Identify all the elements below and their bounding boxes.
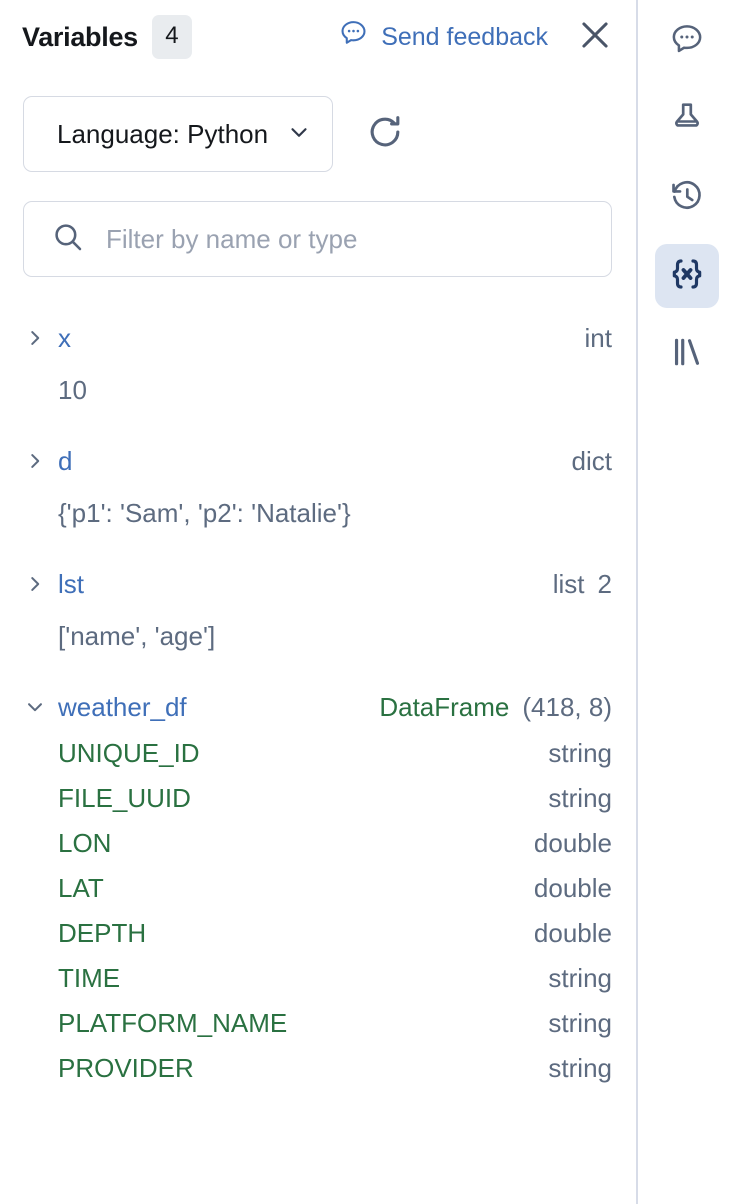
- variable-value: 10: [0, 363, 636, 406]
- dataframe-column-type: double: [534, 828, 612, 859]
- variable-row[interactable]: x int: [0, 313, 636, 363]
- dataframe-column-type: string: [548, 963, 612, 994]
- comment-dots-icon: [338, 18, 369, 56]
- variable-name: d: [58, 446, 72, 477]
- dataframe-column-type: string: [548, 1053, 612, 1084]
- variable-type: int: [585, 323, 612, 354]
- books-library-icon: [668, 333, 706, 376]
- variable-name: lst: [58, 569, 84, 600]
- variable-name: x: [58, 323, 71, 354]
- send-feedback-link[interactable]: Send feedback: [338, 18, 548, 56]
- refresh-button[interactable]: [359, 108, 411, 160]
- comment-dots-icon: [668, 21, 706, 64]
- variable-value: ['name', 'age']: [0, 609, 636, 652]
- variables-braces-x-icon: [667, 254, 707, 299]
- dataframe-columns: UNIQUE_IDstringFILE_UUIDstringLONdoubleL…: [0, 738, 636, 1098]
- variable-value: {'p1': 'Sam', 'p2': 'Natalie'}: [0, 486, 636, 529]
- filter-box[interactable]: [23, 201, 612, 277]
- dataframe-column-type: string: [548, 738, 612, 769]
- variable-name: weather_df: [58, 692, 187, 723]
- activity-rail: [638, 0, 736, 1204]
- variable-meta: DataFrame (418, 8): [379, 692, 612, 723]
- variable-entry: d dict {'p1': 'Sam', 'p2': 'Natalie'}: [0, 436, 636, 529]
- dataframe-column-type: string: [548, 1008, 612, 1039]
- search-icon: [50, 219, 86, 260]
- variable-entry: lst list 2 ['name', 'age']: [0, 559, 636, 652]
- variable-shape: (418, 8): [522, 692, 612, 723]
- dataframe-column-row[interactable]: FILE_UUID string: [0, 783, 636, 828]
- page-title: Variables: [22, 22, 138, 53]
- lab-flask-icon: [668, 99, 706, 142]
- language-select[interactable]: Language: Python: [23, 96, 333, 172]
- dataframe-column-row[interactable]: DEPTH double: [0, 918, 636, 963]
- dataframe-column-row[interactable]: PLATFORM_NAME string: [0, 1008, 636, 1053]
- variable-type: dict: [572, 446, 612, 477]
- chevron-down-icon: [286, 119, 312, 152]
- chevron-right-icon[interactable]: [24, 450, 58, 472]
- history-clock-icon: [668, 177, 706, 220]
- dataframe-column-type: string: [548, 783, 612, 814]
- dataframe-column-name: PROVIDER: [58, 1053, 194, 1084]
- dataframe-column-name: TIME: [58, 963, 120, 994]
- dataframe-column-type: double: [534, 918, 612, 949]
- variable-shape: 2: [598, 569, 612, 600]
- rail-button-lab-flask[interactable]: [655, 88, 719, 152]
- dataframe-column-row[interactable]: UNIQUE_ID string: [0, 738, 636, 783]
- dataframe-column-row[interactable]: LAT double: [0, 873, 636, 918]
- language-select-label: Language: Python: [57, 119, 268, 150]
- dataframe-column-name: DEPTH: [58, 918, 146, 949]
- dataframe-column-type: double: [534, 873, 612, 904]
- variable-meta: list 2: [553, 569, 612, 600]
- rail-button-variables-braces-x[interactable]: [655, 244, 719, 308]
- panel-header: Variables 4 Send feedback: [0, 0, 636, 74]
- dataframe-column-row[interactable]: TIME string: [0, 963, 636, 1008]
- variable-meta: int: [585, 323, 612, 354]
- rail-button-history-clock[interactable]: [655, 166, 719, 230]
- panel-toolbar: Language: Python: [0, 74, 636, 172]
- send-feedback-label: Send feedback: [381, 23, 548, 52]
- close-icon: [576, 16, 614, 59]
- dataframe-column-name: LAT: [58, 873, 104, 904]
- dataframe-column-name: LON: [58, 828, 111, 859]
- dataframe-column-row[interactable]: PROVIDER string: [0, 1053, 636, 1098]
- rail-button-comment-dots[interactable]: [655, 10, 719, 74]
- dataframe-column-name: PLATFORM_NAME: [58, 1008, 287, 1039]
- variable-type: list: [553, 569, 585, 600]
- rail-button-books-library[interactable]: [655, 322, 719, 386]
- variable-row[interactable]: d dict: [0, 436, 636, 486]
- filter-input[interactable]: [106, 202, 611, 276]
- chevron-down-icon[interactable]: [24, 696, 58, 718]
- dataframe-column-name: UNIQUE_ID: [58, 738, 200, 769]
- refresh-icon: [363, 110, 407, 159]
- variable-row[interactable]: lst list 2: [0, 559, 636, 609]
- chevron-right-icon[interactable]: [24, 573, 58, 595]
- variables-list: x int 10 d dict {'p1': 'Sam', 'p2': 'Natalie'…: [0, 277, 636, 1098]
- close-button[interactable]: [576, 16, 614, 59]
- variable-entry: weather_dfDataFrame(418, 8)UNIQUE_IDstri…: [0, 682, 636, 1098]
- variables-panel-screen: Variables 4 Send feedback: [0, 0, 738, 1204]
- dataframe-column-name: FILE_UUID: [58, 783, 191, 814]
- variable-entry: x int 10: [0, 313, 636, 406]
- variables-panel: Variables 4 Send feedback: [0, 0, 638, 1204]
- chevron-right-icon[interactable]: [24, 327, 58, 349]
- dataframe-column-row[interactable]: LON double: [0, 828, 636, 873]
- filter-section: [0, 172, 636, 277]
- variable-meta: dict: [572, 446, 612, 477]
- variables-count-badge: 4: [152, 15, 192, 59]
- variable-row[interactable]: weather_df DataFrame (418, 8): [0, 682, 636, 732]
- variable-type: DataFrame: [379, 692, 509, 723]
